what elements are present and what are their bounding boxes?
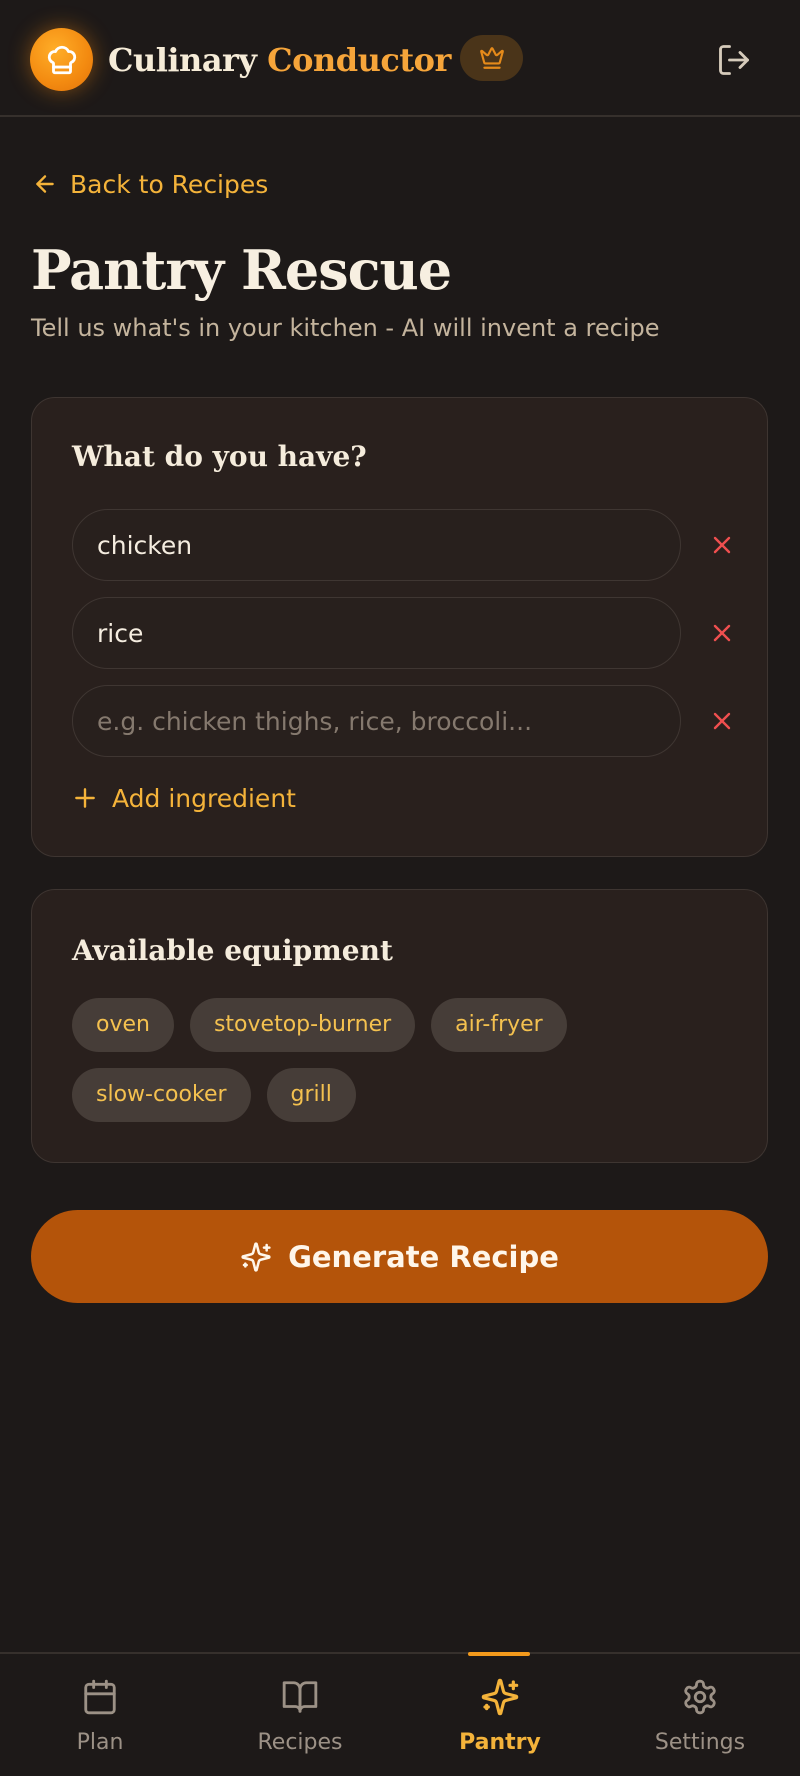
ingredient-row xyxy=(72,509,732,581)
calendar-icon xyxy=(81,1676,119,1718)
brand-primary: Culinary xyxy=(108,41,257,79)
brand-secondary: Conductor xyxy=(267,41,451,79)
back-to-recipes-link[interactable]: Back to Recipes xyxy=(32,166,268,202)
equipment-chips: oven stovetop-burner air-fryer slow-cook… xyxy=(72,998,732,1122)
book-open-icon xyxy=(280,1676,320,1718)
sparkles-icon xyxy=(480,1676,520,1718)
nav-label: Recipes xyxy=(257,1730,343,1755)
page-title: Pantry Rescue xyxy=(31,238,452,302)
close-icon xyxy=(713,712,731,730)
ingredient-row xyxy=(72,685,732,757)
app-brand[interactable]: Culinary Conductor xyxy=(108,36,451,84)
ingredient-input[interactable] xyxy=(72,509,681,581)
ingredient-input[interactable] xyxy=(72,685,681,757)
equipment-chip[interactable]: stovetop-burner xyxy=(189,998,416,1052)
logout-button[interactable] xyxy=(712,38,756,82)
sparkles-icon xyxy=(241,1241,271,1272)
ingredient-row xyxy=(72,597,732,669)
remove-ingredient-button[interactable] xyxy=(708,707,736,735)
premium-badge[interactable] xyxy=(460,35,523,81)
ingredient-input[interactable] xyxy=(72,597,681,669)
logout-icon xyxy=(719,45,749,75)
equipment-chip[interactable]: grill xyxy=(266,1068,356,1122)
generate-recipe-button[interactable]: Generate Recipe xyxy=(31,1210,768,1303)
remove-ingredient-button[interactable] xyxy=(708,619,736,647)
equipment-card: Available equipment oven stovetop-burner… xyxy=(31,889,768,1163)
equipment-chip[interactable]: oven xyxy=(72,998,174,1052)
arrow-left-icon xyxy=(36,175,54,193)
app-header: Culinary Conductor xyxy=(0,0,800,117)
equipment-chip[interactable]: slow-cooker xyxy=(72,1068,251,1122)
equipment-title: Available equipment xyxy=(72,934,393,967)
equipment-chip[interactable]: air-fryer xyxy=(431,998,567,1052)
ingredients-card: What do you have? Add ingredient xyxy=(31,397,768,857)
plus-icon xyxy=(75,788,95,808)
bottom-nav: Plan Recipes Pantry Settings xyxy=(0,1652,800,1776)
page-subtitle: Tell us what's in your kitchen - AI will… xyxy=(31,314,660,342)
nav-label: Pantry xyxy=(459,1730,541,1755)
add-ingredient-button[interactable]: Add ingredient xyxy=(72,780,296,816)
remove-ingredient-button[interactable] xyxy=(708,531,736,559)
nav-item-recipes[interactable]: Recipes xyxy=(200,1654,400,1776)
close-icon xyxy=(713,624,731,642)
nav-label: Settings xyxy=(654,1730,746,1755)
nav-item-pantry[interactable]: Pantry xyxy=(400,1654,600,1776)
nav-label: Plan xyxy=(76,1730,124,1755)
crown-icon xyxy=(479,47,504,69)
nav-item-plan[interactable]: Plan xyxy=(0,1654,200,1776)
nav-item-settings[interactable]: Settings xyxy=(600,1654,800,1776)
ingredients-title: What do you have? xyxy=(72,440,367,473)
back-link-label: Back to Recipes xyxy=(70,169,269,199)
add-ingredient-label: Add ingredient xyxy=(112,783,296,813)
gear-icon xyxy=(681,1676,719,1718)
generate-recipe-label: Generate Recipe xyxy=(288,1239,559,1274)
chef-hat-icon[interactable] xyxy=(30,28,93,91)
close-icon xyxy=(713,536,731,554)
